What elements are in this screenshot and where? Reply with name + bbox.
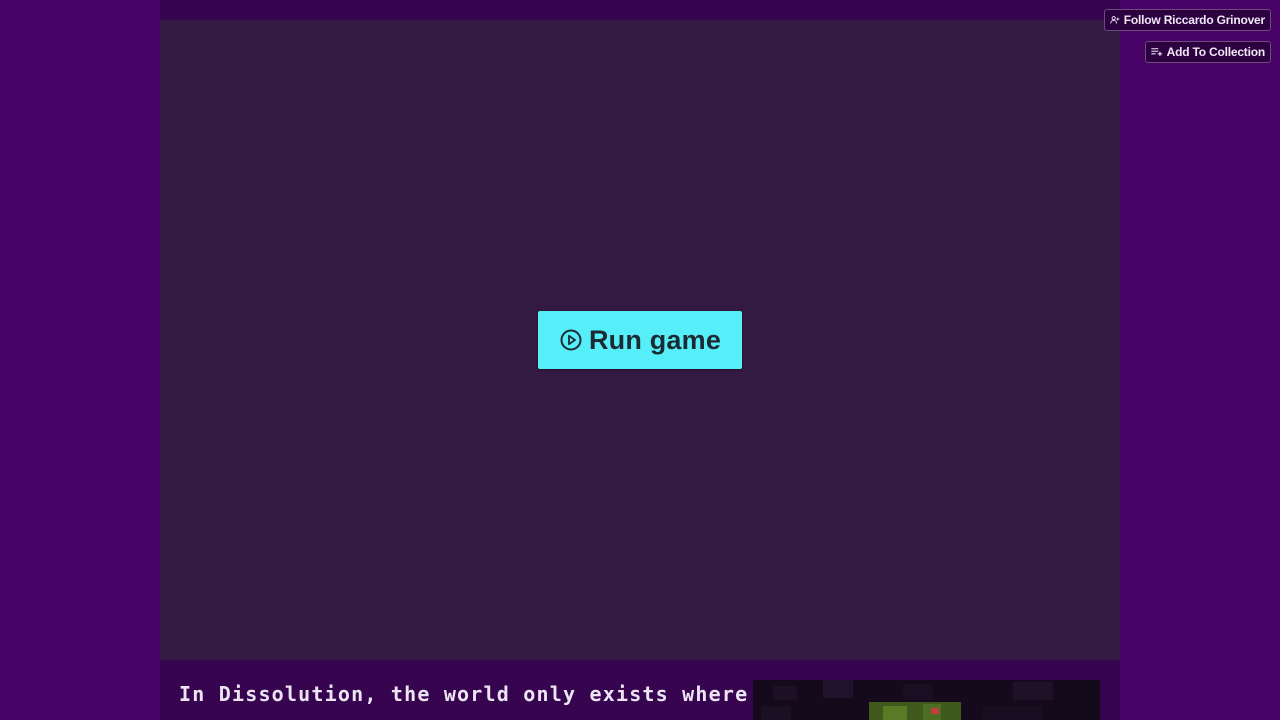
follow-button[interactable]: Follow Riccardo Grinover [1104, 9, 1271, 31]
top-strip [160, 0, 1120, 20]
add-to-collection-button[interactable]: Add To Collection [1145, 41, 1271, 63]
thumb-pixel [761, 706, 791, 720]
add-user-icon [1110, 16, 1120, 24]
thumb-pixel [1013, 682, 1053, 700]
thumb-pixel [823, 680, 853, 698]
game-embed-frame[interactable]: Run game [160, 20, 1120, 660]
add-to-collection-label: Add To Collection [1166, 45, 1266, 59]
description-text: In Dissolution, the world only exists wh… [179, 682, 749, 706]
game-page: Run game In Dissolution, the world only … [0, 0, 1280, 720]
game-description: In Dissolution, the world only exists wh… [160, 660, 1120, 720]
playlist-add-icon [1151, 48, 1163, 56]
play-circle-icon [560, 329, 582, 351]
follow-label: Follow Riccardo Grinover [1123, 13, 1265, 27]
content-column: Run game In Dissolution, the world only … [160, 0, 1120, 720]
thumb-pixel [773, 686, 797, 700]
run-game-button[interactable]: Run game [538, 311, 742, 369]
thumb-pixel [931, 708, 939, 714]
thumb-pixel [983, 706, 1043, 720]
run-game-label: Run game [588, 324, 722, 355]
screenshot-thumbnail[interactable] [753, 680, 1100, 720]
thumb-pixel [883, 706, 907, 720]
thumb-pixel [903, 684, 933, 700]
